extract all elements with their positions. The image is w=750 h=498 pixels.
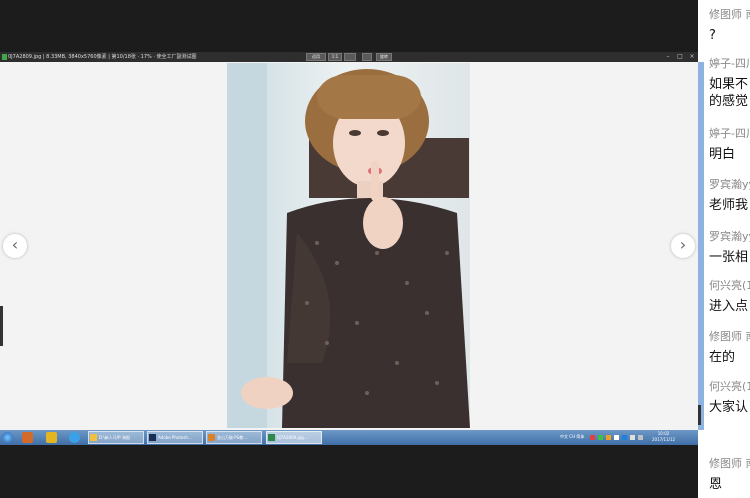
bottom-letterbox: [0, 445, 698, 498]
image-viewer: ‹ ›: [0, 62, 698, 430]
tray-icon[interactable]: [598, 435, 603, 440]
message-sender: 婷子-四川: [709, 127, 750, 140]
message-text: 一张相: [709, 250, 749, 265]
chat-message: 修图师 南 恩: [709, 455, 750, 493]
tray-icon[interactable]: [590, 435, 595, 440]
app-icon[interactable]: [22, 432, 33, 443]
ime-indicator[interactable]: 中文 CH 简体: [560, 434, 584, 440]
chat-message: 婷子-四川 如果不 的感觉: [709, 55, 750, 110]
chat-panel: 修图师 南 ? 婷子-四川 如果不 的感觉 婷子-四川 明白 罗宾瀚yy 老师我…: [698, 0, 750, 498]
message-sender: 修图师 南: [709, 457, 750, 470]
side-tab: [0, 306, 3, 346]
message-sender: 修图师 南: [709, 8, 750, 21]
taskbar-task[interactable]: D:\新人马甲 海报: [88, 431, 144, 444]
app-icon[interactable]: [46, 432, 57, 443]
fit-button[interactable]: 适用: [306, 53, 326, 61]
message-sender: 罗宾瀚yy: [709, 178, 750, 191]
chat-message: 修图师 南 ?: [709, 6, 750, 44]
actual-size-button[interactable]: 1:1: [328, 53, 342, 61]
message-sender: 罗宾瀚yy: [709, 230, 750, 243]
viewer-icon: [268, 434, 275, 441]
fullscreen-icon[interactable]: [344, 53, 356, 61]
tray-icon[interactable]: [614, 435, 619, 440]
message-text: 老师我: [709, 198, 749, 213]
photo-image: [227, 63, 470, 428]
windows-taskbar: D:\新人马甲 海报 Adobe Photosh... 金山万能·PS教... …: [0, 430, 698, 445]
taskbar-task[interactable]: 0J7A2809.jpg...: [266, 431, 322, 444]
volume-icon[interactable]: [630, 435, 635, 440]
chat-message: 罗宾瀚yy 一张相: [709, 228, 750, 266]
taskbar-task[interactable]: 金山万能·PS教...: [206, 431, 262, 444]
chat-message: 何兴亮(1 大家认: [709, 378, 750, 416]
minimize-icon[interactable]: –: [664, 53, 672, 61]
close-icon[interactable]: ×: [688, 53, 696, 61]
message-text: 明白: [709, 147, 736, 162]
viewer-title: 0J7A2809.jpg | 8.33MB, 3840x5760像素 | 第10…: [8, 54, 197, 60]
tray-icon[interactable]: [606, 435, 611, 440]
viewer-titlebar: 0J7A2809.jpg | 8.33MB, 3840x5760像素 | 第10…: [0, 52, 698, 62]
system-tray: 中文 CH 简体 10:02 2017/11/12: [560, 431, 698, 444]
message-text: 如果不: [709, 77, 749, 92]
message-sender: 婷子-四川: [709, 57, 750, 70]
taskbar-task[interactable]: Adobe Photosh...: [147, 431, 203, 444]
start-icon[interactable]: [2, 432, 13, 443]
clock[interactable]: 10:02 2017/11/12: [652, 431, 675, 443]
message-text: 的感觉: [709, 94, 749, 109]
viewer-app-icon: [2, 54, 7, 60]
photoshop-icon: [149, 434, 156, 441]
folder-icon: [90, 434, 97, 441]
network-icon[interactable]: [638, 435, 643, 440]
rotate-button[interactable]: 旋转: [376, 53, 392, 61]
chat-message: 罗宾瀚yy 老师我: [709, 176, 750, 214]
message-text: 在的: [709, 350, 736, 365]
app-icon[interactable]: [69, 432, 80, 443]
chat-message: 修图师 南 在的: [709, 328, 750, 366]
photo: [227, 63, 470, 428]
message-text: 恩: [709, 477, 723, 492]
chat-message: 婷子-四川 明白: [709, 125, 750, 163]
tray-icon[interactable]: [622, 435, 627, 440]
chat-message: 何兴亮(1 进入点: [709, 277, 750, 315]
settings-icon[interactable]: [362, 53, 372, 61]
top-letterbox: [0, 0, 698, 52]
chat-panel-edge: [698, 62, 704, 430]
prev-image-button[interactable]: ‹: [3, 234, 27, 258]
maximize-icon[interactable]: □: [676, 53, 684, 61]
message-text: 大家认: [709, 400, 749, 415]
app-icon: [208, 434, 215, 441]
message-sender: 何兴亮(1: [709, 279, 750, 292]
chat-scroll-marker: [698, 405, 701, 425]
message-sender: 何兴亮(1: [709, 380, 750, 393]
message-text: 进入点: [709, 299, 749, 314]
message-text: ?: [709, 28, 716, 43]
next-image-button[interactable]: ›: [671, 234, 695, 258]
message-sender: 修图师 南: [709, 330, 750, 343]
